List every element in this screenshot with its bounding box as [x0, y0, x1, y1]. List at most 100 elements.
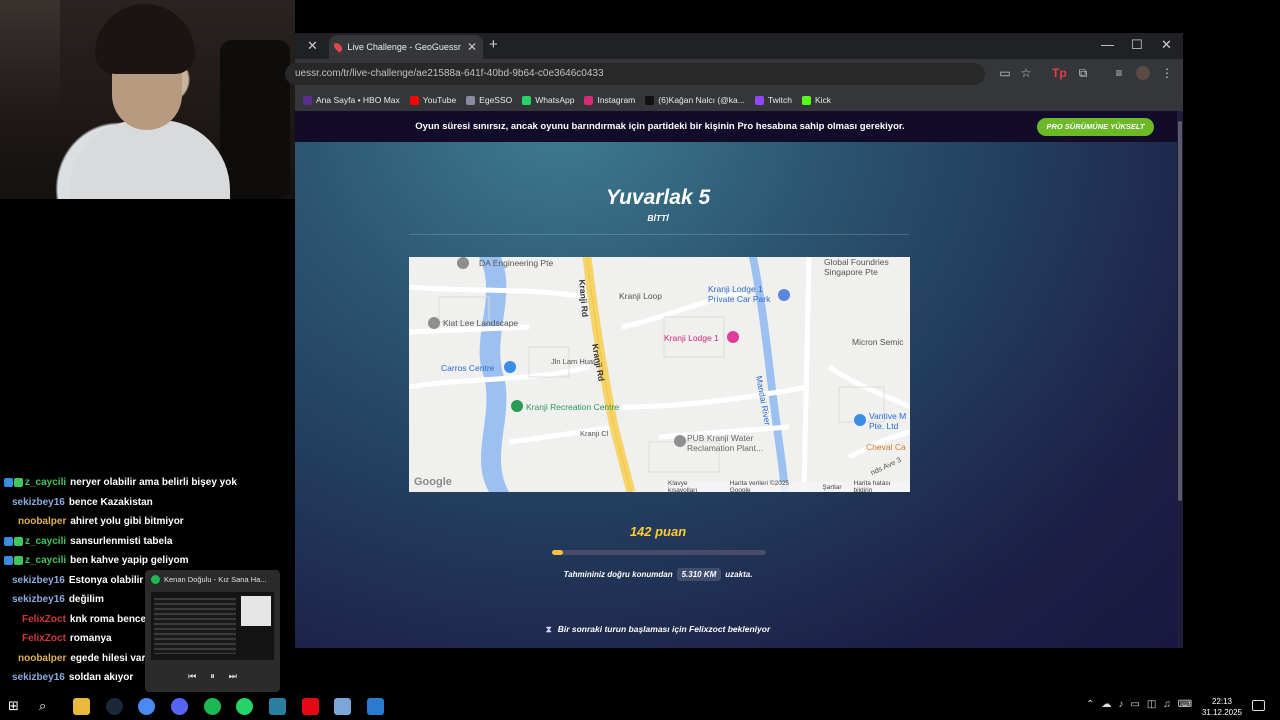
extensions-puzzle-icon[interactable]: ⧉	[1076, 66, 1090, 80]
chat-message: z_caycili sansurlenmisti tabela	[4, 532, 172, 551]
chat-username[interactable]: sekizbey16	[12, 672, 65, 683]
app-icon[interactable]	[269, 698, 286, 715]
windows-start-icon[interactable]: ⊞	[8, 698, 25, 715]
hourglass-icon: ⧗	[545, 624, 552, 634]
chat-username[interactable]: noobalper	[18, 516, 66, 527]
bookmark-kick[interactable]: Kick	[801, 95, 831, 105]
park-pin-icon[interactable]	[511, 400, 523, 412]
shopping-pin-icon[interactable]	[504, 361, 516, 373]
window-close-icon[interactable]: ✕	[1161, 37, 1172, 53]
bookmark-star-icon[interactable]: ☆	[1019, 66, 1033, 80]
bookmark-youtube[interactable]: YouTube	[409, 95, 456, 105]
spotify-icon[interactable]	[204, 698, 221, 715]
chat-username[interactable]: sekizbey16	[12, 594, 65, 605]
new-tab-icon[interactable]: +	[489, 36, 498, 53]
extension-tp-icon[interactable]: Tp	[1052, 66, 1067, 80]
pause-icon[interactable]: ⏸	[210, 671, 215, 682]
bookmark-label: EgeSSO	[479, 95, 513, 105]
netflix-icon[interactable]	[302, 698, 319, 715]
bookmark-whatsapp[interactable]: WhatsApp	[522, 95, 574, 105]
profile-avatar-icon[interactable]	[1136, 66, 1150, 80]
bookmark-instagram[interactable]: Instagram	[584, 95, 635, 105]
chevron-up-icon[interactable]: ⌃	[1086, 699, 1094, 710]
media-preview[interactable]	[151, 592, 274, 660]
steam-icon[interactable]	[106, 698, 123, 715]
tab-live-challenge[interactable]: Live Challenge - GeoGuessr ✕	[329, 35, 483, 59]
media-control-icon[interactable]: ≡	[1112, 66, 1126, 80]
chat-text: bence Kazakistan	[68, 496, 153, 508]
chat-username[interactable]: FelixZoct	[22, 614, 66, 625]
notification-icon[interactable]	[1252, 700, 1265, 711]
chat-username[interactable]: z_caycili	[25, 555, 66, 566]
parking-pin-icon[interactable]	[778, 289, 790, 301]
minimize-icon[interactable]: —	[1101, 37, 1114, 52]
subscriber-badge-icon	[4, 478, 13, 487]
chat-username[interactable]: noobalper	[18, 653, 66, 664]
bookmark-tiktok[interactable]: (6)Kağan Nalcı (@ka...	[645, 95, 745, 105]
map-poi-icon[interactable]	[428, 317, 440, 329]
bookmark-label: Kick	[814, 95, 831, 105]
chat-username[interactable]: sekizbey16	[12, 575, 65, 586]
volume-icon[interactable]: ♫	[1163, 699, 1171, 710]
whatsapp-icon[interactable]	[236, 698, 253, 715]
previous-track-icon[interactable]: ⏮	[188, 671, 196, 682]
media-title: Kenan Doğulu - Kız Sana Ha...	[164, 575, 267, 584]
webcam-streamer-hair	[95, 4, 195, 74]
subscriber-badge-icon	[4, 556, 13, 565]
chat-username[interactable]: z_caycili	[25, 477, 66, 488]
chrome-icon[interactable]	[138, 698, 155, 715]
chat-username[interactable]: sekizbey16	[12, 497, 65, 508]
map-label-micron: Micron Semic	[852, 337, 904, 347]
result-map[interactable]: DA Engineering Pte Kranji Rd Kranji Loop…	[409, 257, 910, 492]
webcam-background	[0, 0, 60, 120]
distance-text: Tahmininiz doğru konumdan 5.310 KM uzakta.	[295, 568, 1021, 581]
chat-username[interactable]: FelixZoct	[22, 633, 66, 644]
app-icon[interactable]	[367, 698, 384, 715]
maximize-icon[interactable]: ☐	[1131, 37, 1143, 53]
close-tab-icon[interactable]: ✕	[307, 38, 318, 54]
terms-link[interactable]: Şartlar	[822, 484, 841, 491]
instagram-icon	[584, 95, 594, 105]
onedrive-icon[interactable]: ☁	[1101, 699, 1111, 710]
network-icon[interactable]: ◫	[1147, 699, 1156, 710]
map-poi-icon[interactable]	[457, 257, 469, 269]
scrollbar-thumb[interactable]	[1178, 121, 1182, 501]
distance-value: 5.310 KM	[676, 568, 722, 581]
page-scrollbar[interactable]	[1177, 111, 1183, 648]
system-tray: ⌃ ☁ ♪ ▭ ◫ ♫ ⌨	[1086, 699, 1192, 710]
twitch-icon	[754, 95, 764, 105]
menu-kebab-icon[interactable]: ⋮	[1160, 66, 1174, 80]
next-track-icon[interactable]: ⏭	[229, 671, 237, 682]
chat-message: sekizbey16 soldan akıyor	[12, 668, 133, 687]
lodging-pin-icon[interactable]	[727, 331, 739, 343]
chat-username[interactable]: z_caycili	[25, 536, 66, 547]
keyboard-shortcuts-link[interactable]: Klavye kısayolları	[668, 480, 718, 492]
bookmark-egesso[interactable]: EgeSSO	[466, 95, 512, 105]
business-pin-icon[interactable]	[854, 414, 866, 426]
bookmark-label: Instagram	[597, 95, 636, 105]
search-icon[interactable]: ⌕	[39, 698, 56, 715]
cast-icon[interactable]: ▭	[998, 66, 1012, 80]
address-bar[interactable]: uessr.com/tr/live-challenge/ae21588a-641…	[285, 63, 985, 85]
bookmark-twitch[interactable]: Twitch	[754, 95, 792, 105]
keyboard-icon[interactable]: ⌨	[1178, 699, 1192, 710]
discord-icon[interactable]	[171, 698, 188, 715]
chat-text: romanya	[69, 633, 112, 644]
map-label-recreation: Kranji Recreation Centre	[526, 402, 620, 412]
clock[interactable]: 22:13 31.12.2025	[1198, 696, 1246, 718]
app-icon[interactable]	[334, 698, 351, 715]
bookmark-hbo-max[interactable]: Ana Sayfa • HBO Max	[303, 95, 400, 105]
webcam-chair	[220, 40, 290, 199]
chat-message: noobalper ahiret yolu gibi bitmiyor	[18, 512, 184, 531]
report-error-link[interactable]: Harita hatası bildirin	[854, 480, 910, 492]
pro-upgrade-button[interactable]: PRO SÜRÜMÜNE YÜKSELT	[1037, 118, 1154, 136]
microphone-icon[interactable]: ♪	[1118, 699, 1123, 710]
file-explorer-icon[interactable]	[73, 698, 90, 715]
close-tab-icon[interactable]: ✕	[467, 40, 477, 54]
spotify-icon	[151, 575, 160, 584]
map-label-kiat-lee: Kiat Lee Landscape	[443, 318, 519, 328]
map-data-text: Harita verileri ©2025 Google	[729, 480, 790, 492]
chat-text: knk roma bence	[69, 613, 147, 625]
battery-icon[interactable]: ▭	[1130, 699, 1139, 710]
map-poi-icon[interactable]	[674, 435, 686, 447]
